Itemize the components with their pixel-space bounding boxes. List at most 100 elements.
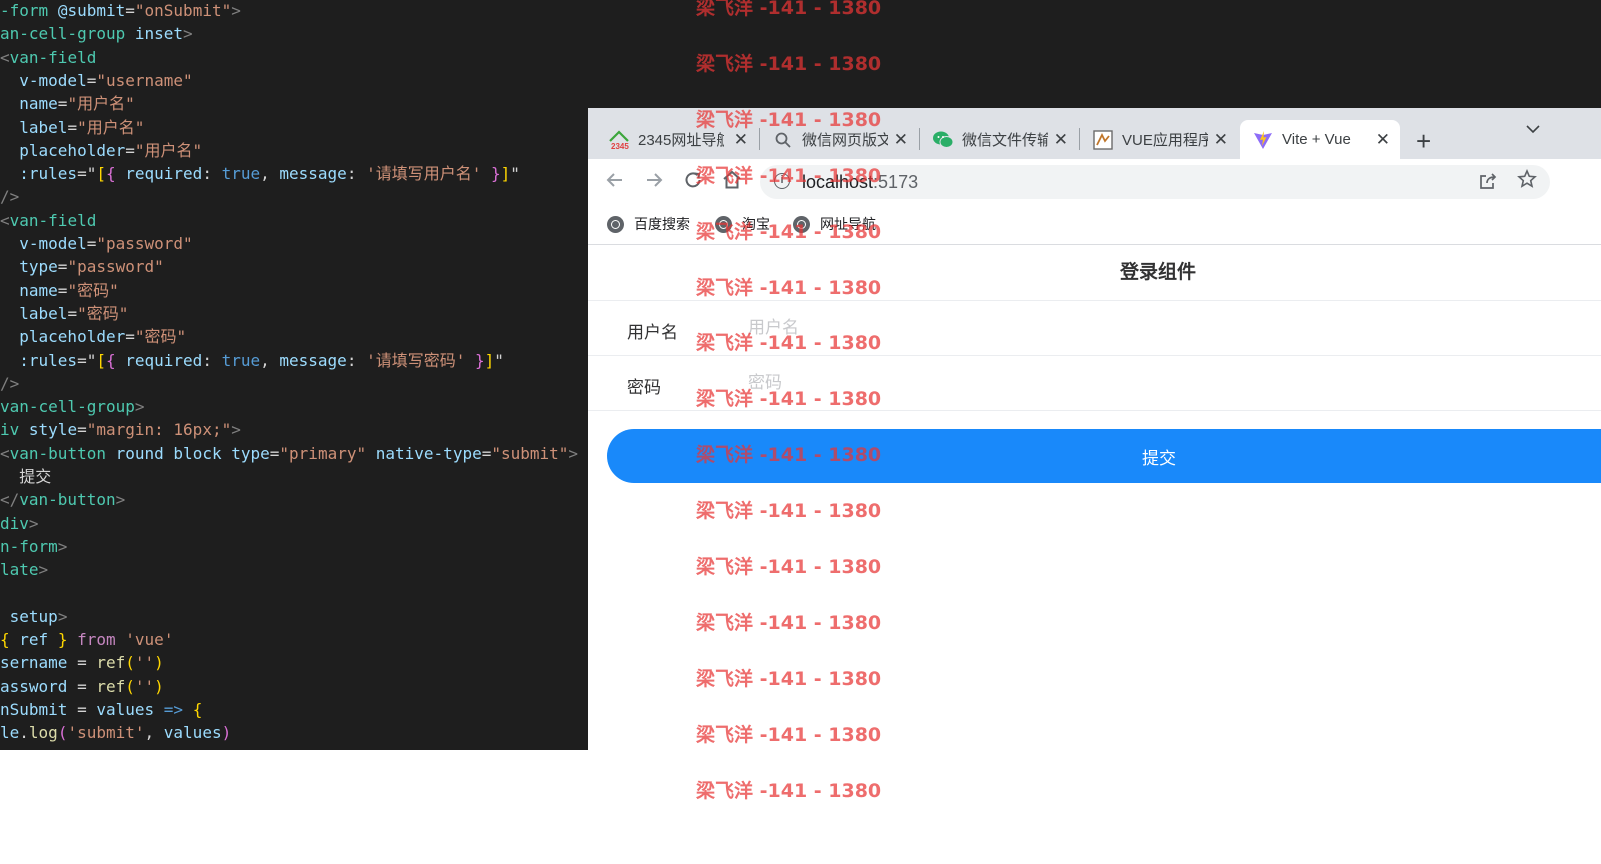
- browser-window: 2345 2345网址导航 ✕ 微信网页版文件传输 ✕ 微信文件传输助手 ✕: [588, 108, 1601, 750]
- code-token: placeholder: [19, 140, 126, 160]
- tab-2345[interactable]: 2345 2345网址导航 ✕: [608, 120, 758, 159]
- new-tab-button[interactable]: +: [1416, 126, 1431, 157]
- code-line: placeholder="密码": [0, 325, 588, 348]
- code-token: :: [202, 164, 222, 184]
- code-token: from: [77, 630, 116, 650]
- home-icon[interactable]: [721, 169, 743, 197]
- submit-button[interactable]: 提交: [607, 429, 1601, 483]
- code-token: <: [0, 210, 10, 230]
- password-field: 密码: [588, 356, 1601, 411]
- tab-title: 2345网址导航: [638, 132, 724, 149]
- code-token: setup: [9, 606, 58, 626]
- code-token: van-field: [9, 210, 97, 230]
- forward-icon[interactable]: [643, 169, 665, 197]
- code-token: :rules: [19, 164, 78, 184]
- address-bar[interactable]: i localhost:5173: [760, 165, 1550, 199]
- username-input[interactable]: [748, 315, 1448, 341]
- close-icon[interactable]: ✕: [1054, 130, 1068, 150]
- code-token: =: [67, 676, 97, 696]
- site-info-icon[interactable]: i: [774, 173, 790, 189]
- code-token: =: [86, 234, 97, 253]
- code-token: required: [125, 164, 203, 184]
- 2345-icon: 2345: [608, 129, 630, 151]
- code-token: van-button: [19, 490, 116, 510]
- code-token: assword: [0, 676, 68, 696]
- close-icon[interactable]: ✕: [894, 130, 908, 150]
- code-line: :rules="[{ required: true, message: '请填写…: [0, 349, 588, 372]
- reload-icon[interactable]: [682, 169, 704, 197]
- tab-strip: 2345 2345网址导航 ✕ 微信网页版文件传输 ✕ 微信文件传输助手 ✕: [588, 108, 1601, 159]
- code-line: name="密码": [0, 279, 588, 302]
- bookmark-baidu[interactable]: 百度搜索: [607, 214, 690, 234]
- code-token: =: [269, 443, 280, 463]
- code-token: "用户名": [67, 94, 135, 114]
- code-token: >: [134, 397, 145, 417]
- code-token: sername: [0, 653, 68, 673]
- username-label: 用户名: [627, 323, 678, 343]
- code-line: assword = ref(''): [0, 675, 588, 698]
- code-line: label="用户名": [0, 116, 588, 139]
- code-line: <van-field: [0, 46, 588, 69]
- code-token: :: [346, 350, 367, 370]
- code-line: iv style="margin: 16px;">: [0, 418, 588, 441]
- code-token: >: [28, 513, 39, 533]
- tab-search-icon[interactable]: [1525, 122, 1541, 138]
- bookmark-taobao[interactable]: 淘宝: [715, 214, 770, 234]
- code-editor[interactable]: -form @submit="onSubmit"> an-cell-group i…: [0, 0, 588, 750]
- tab-wechat-web[interactable]: 微信网页版文件传输 ✕: [772, 120, 918, 159]
- tab-vue-app[interactable]: VUE应用程序 ✕: [1092, 120, 1238, 159]
- username-field: 用户名: [588, 301, 1601, 356]
- code-line: van-cell-group>: [0, 395, 588, 418]
- code-token: "onSubmit": [134, 1, 232, 20]
- page-title: 登录组件: [588, 245, 1601, 301]
- code-token: inset: [134, 24, 184, 44]
- code-token: {: [105, 350, 116, 370]
- code-token: />: [0, 373, 20, 393]
- share-icon[interactable]: [1478, 171, 1498, 196]
- code-line: name="用户名": [0, 92, 588, 115]
- code-token: ": [510, 164, 520, 184]
- code-token: =": [77, 164, 97, 184]
- bookmark-nav[interactable]: 网址导航: [793, 214, 876, 234]
- code-line: -form @submit="onSubmit">: [0, 0, 588, 22]
- tab-separator: [759, 128, 760, 150]
- tab-wechat-file[interactable]: 微信文件传输助手 ✕: [932, 120, 1078, 159]
- code-token: message: [279, 350, 347, 370]
- close-icon[interactable]: ✕: [1376, 130, 1390, 150]
- code-line: 提交: [0, 465, 588, 488]
- code-token: "用户名": [77, 117, 145, 137]
- code-line: />: [0, 185, 588, 208]
- code-line: an-cell-group inset>: [0, 22, 588, 45]
- code-token: true: [221, 164, 261, 184]
- tab-vite-vue[interactable]: Vite + Vue ✕: [1240, 120, 1400, 159]
- code-token: "密码": [67, 280, 119, 300]
- code-line: le.log('submit', values): [0, 721, 588, 744]
- code-token: true: [221, 350, 261, 370]
- code-token: =: [77, 420, 87, 440]
- code-token: message: [279, 164, 347, 184]
- password-input[interactable]: [748, 370, 1448, 396]
- code-token: =: [67, 700, 97, 719]
- code-token: van-cell-group: [0, 397, 135, 417]
- code-token: >: [183, 24, 193, 44]
- code-token: =": [77, 350, 97, 370]
- close-icon[interactable]: ✕: [1214, 130, 1228, 150]
- globe-icon: [607, 215, 624, 233]
- code-token: "password": [67, 257, 164, 277]
- svg-text:2345: 2345: [611, 142, 629, 151]
- bookmark-star-icon[interactable]: [1517, 168, 1537, 194]
- back-icon[interactable]: [604, 169, 626, 197]
- code-token: <: [0, 443, 10, 463]
- code-line: nSubmit = values => {: [0, 698, 588, 721]
- close-icon[interactable]: ✕: [734, 130, 748, 150]
- tab-title: 微信文件传输助手: [962, 132, 1048, 149]
- code-token: -form: [0, 1, 49, 20]
